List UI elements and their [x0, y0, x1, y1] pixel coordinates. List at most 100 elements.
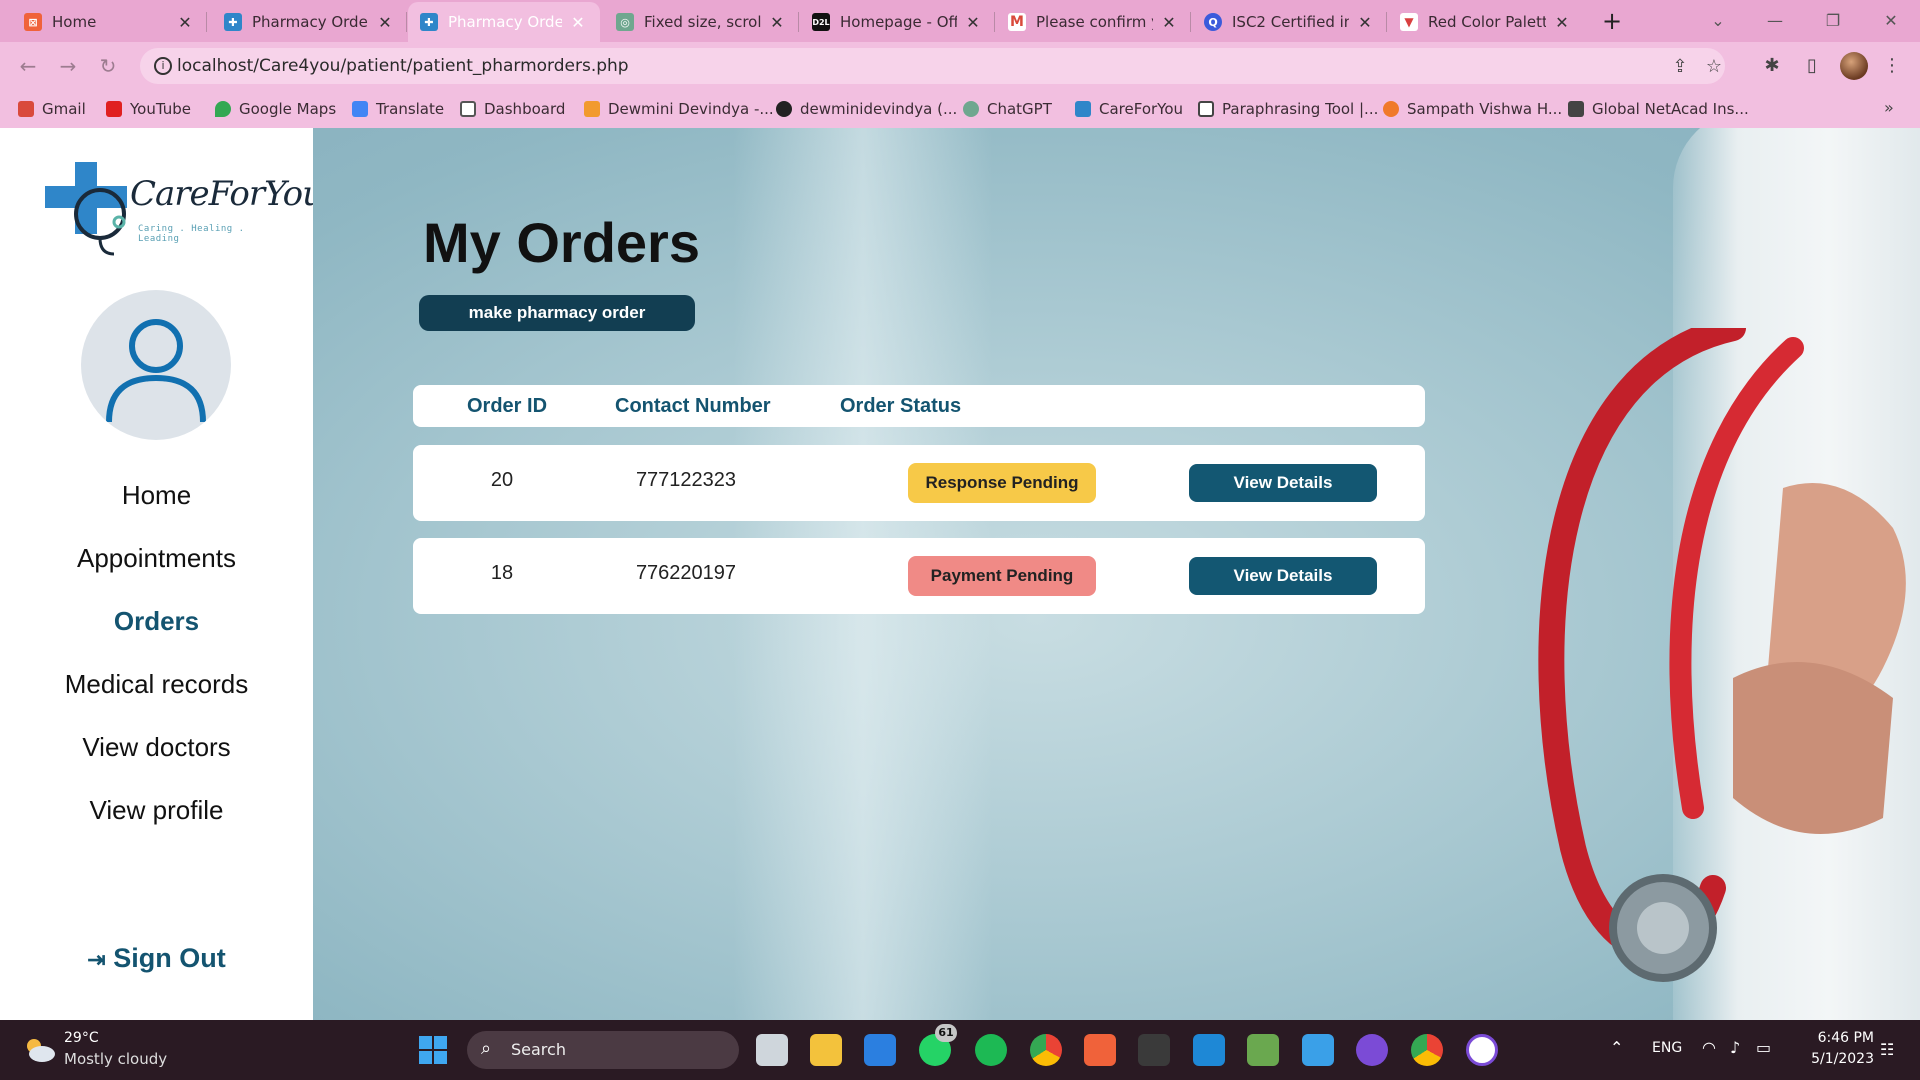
close-icon[interactable]: ✕	[1552, 13, 1572, 32]
nav-home[interactable]: Home	[0, 480, 313, 511]
share-icon[interactable]: ⇪	[1667, 54, 1693, 80]
restore-button[interactable]: ❐	[1810, 6, 1856, 36]
tab-gmail[interactable]: M Please confirm yo ✕	[996, 2, 1191, 42]
header-contact-number: Contact Number	[615, 395, 771, 417]
github-desktop-icon[interactable]	[1356, 1034, 1388, 1066]
azure-icon[interactable]	[1302, 1034, 1334, 1066]
make-pharmacy-order-button[interactable]: make pharmacy order	[419, 295, 695, 331]
page-title: My Orders	[423, 211, 700, 274]
bookmark-netacad[interactable]: Global NetAcad Ins...	[1568, 98, 1749, 120]
tab-pharmacy-orders-active[interactable]: ✚ Pharmacy Orders ✕	[408, 2, 600, 42]
image-viewer-icon[interactable]	[1247, 1034, 1279, 1066]
nav-view-doctors[interactable]: View doctors	[0, 732, 313, 763]
nav-medical-records[interactable]: Medical records	[0, 669, 313, 700]
minimize-button[interactable]: —	[1752, 6, 1798, 36]
reload-icon[interactable]: ↻	[94, 52, 122, 80]
bookmark-sampath[interactable]: Sampath Vishwa H...	[1383, 98, 1562, 120]
windows-start-icon[interactable]	[418, 1035, 448, 1065]
cloudy-weather-icon[interactable]	[22, 1036, 56, 1064]
tab-chatgpt[interactable]: ◎ Fixed size, scrolla ✕	[604, 2, 799, 42]
taskbar-search[interactable]: ⌕ Search	[467, 1031, 739, 1069]
user-avatar[interactable]	[81, 290, 231, 440]
info-icon[interactable]: i	[154, 57, 172, 75]
nav-orders[interactable]: Orders	[0, 606, 313, 637]
close-icon[interactable]: ✕	[767, 13, 787, 32]
vscode-icon[interactable]	[1193, 1034, 1225, 1066]
volume-icon[interactable]: ♪	[1730, 1038, 1740, 1057]
gmail-icon: M	[1008, 13, 1026, 31]
view-details-button[interactable]: View Details	[1189, 464, 1377, 502]
tab-pharmacy-orders[interactable]: ✚ Pharmacy Orders ✕	[212, 2, 407, 42]
chrome-profile-icon[interactable]	[1411, 1034, 1443, 1066]
window-close-button[interactable]: ✕	[1868, 6, 1914, 36]
bookmarks-overflow-icon[interactable]: »	[1884, 98, 1894, 117]
bookmark-translate[interactable]: Translate	[352, 98, 444, 120]
new-tab-button[interactable]: +	[1598, 8, 1626, 36]
nav-view-profile[interactable]: View profile	[0, 795, 313, 826]
tab-home[interactable]: ⊠ Home ✕	[12, 2, 207, 42]
url-text[interactable]: localhost/Care4you/patient/patient_pharm…	[177, 56, 629, 76]
bookmark-github[interactable]: dewminidevindya (...	[776, 98, 957, 120]
sampath-icon	[1383, 101, 1399, 117]
xampp-icon: ⊠	[24, 13, 42, 31]
language-indicator[interactable]: ENG	[1652, 1040, 1682, 1056]
clock-time[interactable]: 6:46 PM	[1778, 1030, 1874, 1046]
close-icon[interactable]: ✕	[175, 13, 195, 32]
bookmark-google-maps[interactable]: Google Maps	[215, 98, 336, 120]
bookmark-label: dewminidevindya (...	[800, 100, 958, 118]
chrome-icon[interactable]	[1030, 1034, 1062, 1066]
xampp-icon[interactable]	[1084, 1034, 1116, 1066]
contact-number: 776220197	[635, 562, 737, 584]
todo-icon[interactable]	[864, 1034, 896, 1066]
bookmark-dashboard[interactable]: Dashboard	[460, 98, 565, 120]
careforyou-icon: ✚	[224, 13, 242, 31]
nav-appointments[interactable]: Appointments	[0, 543, 313, 574]
menu-icon[interactable]: ⋮	[1878, 52, 1906, 80]
order-id: 18	[490, 562, 514, 584]
terminal-icon[interactable]	[1138, 1034, 1170, 1066]
close-icon[interactable]: ✕	[568, 13, 588, 32]
bookmark-label: YouTube	[130, 100, 191, 118]
task-view-icon[interactable]	[756, 1034, 788, 1066]
close-icon[interactable]: ✕	[1355, 13, 1375, 32]
extensions-icon[interactable]: ✱	[1758, 52, 1786, 80]
youtube-icon	[106, 101, 122, 117]
sign-out-label: Sign Out	[113, 943, 226, 973]
tab-d2l[interactable]: D2L Homepage - Offic ✕	[800, 2, 995, 42]
close-icon[interactable]: ✕	[963, 13, 983, 32]
view-details-button[interactable]: View Details	[1189, 557, 1377, 595]
side-panel-icon[interactable]: ▯	[1798, 52, 1826, 80]
tab-isc2[interactable]: Q ISC2 Certified in C ✕	[1192, 2, 1387, 42]
weather-temperature[interactable]: 29°C	[64, 1030, 99, 1046]
bookmark-star-icon[interactable]: ☆	[1701, 54, 1727, 80]
bookmark-gmail[interactable]: Gmail	[18, 98, 86, 120]
bookmarks-bar: Gmail YouTube Google Maps Translate Dash…	[0, 90, 1920, 128]
weather-description[interactable]: Mostly cloudy	[64, 1050, 167, 1068]
profile-avatar[interactable]	[1840, 52, 1868, 80]
bookmark-careforyou[interactable]: CareForYou	[1075, 98, 1183, 120]
tab-red-palette[interactable]: ▼ Red Color Palette ✕	[1388, 2, 1584, 42]
address-bar[interactable]: i localhost/Care4you/patient/patient_pha…	[140, 48, 1725, 84]
file-explorer-icon[interactable]	[810, 1034, 842, 1066]
tab-label: Pharmacy Orders	[448, 13, 562, 31]
notifications-icon[interactable]: ☷	[1880, 1040, 1894, 1059]
bookmark-paraphrasing[interactable]: Paraphrasing Tool |...	[1198, 98, 1378, 120]
sign-out-button[interactable]: ⇥ Sign Out	[0, 943, 313, 974]
media-player-icon[interactable]	[1466, 1034, 1498, 1066]
wifi-icon[interactable]: ◠	[1702, 1038, 1716, 1057]
chevron-up-icon[interactable]: ⌃	[1610, 1038, 1623, 1057]
close-icon[interactable]: ✕	[1159, 13, 1179, 32]
close-icon[interactable]: ✕	[375, 13, 395, 32]
back-icon[interactable]: ←	[14, 52, 42, 80]
github-icon	[776, 101, 792, 117]
battery-icon[interactable]: ▭	[1756, 1038, 1771, 1057]
bookmark-youtube[interactable]: YouTube	[106, 98, 191, 120]
sign-out-icon: ⇥	[87, 947, 106, 972]
clock-date[interactable]: 5/1/2023	[1778, 1051, 1874, 1067]
spotify-icon[interactable]	[975, 1034, 1007, 1066]
bookmark-chatgpt[interactable]: ChatGPT	[963, 98, 1052, 120]
tab-search-icon[interactable]: ⌄	[1695, 6, 1741, 36]
forward-icon[interactable]: →	[54, 52, 82, 80]
bookmark-dewmini[interactable]: Dewmini Devindya -...	[584, 98, 774, 120]
careforyou-logo[interactable]: CareForYou Caring . Healing . Leading	[45, 162, 324, 258]
